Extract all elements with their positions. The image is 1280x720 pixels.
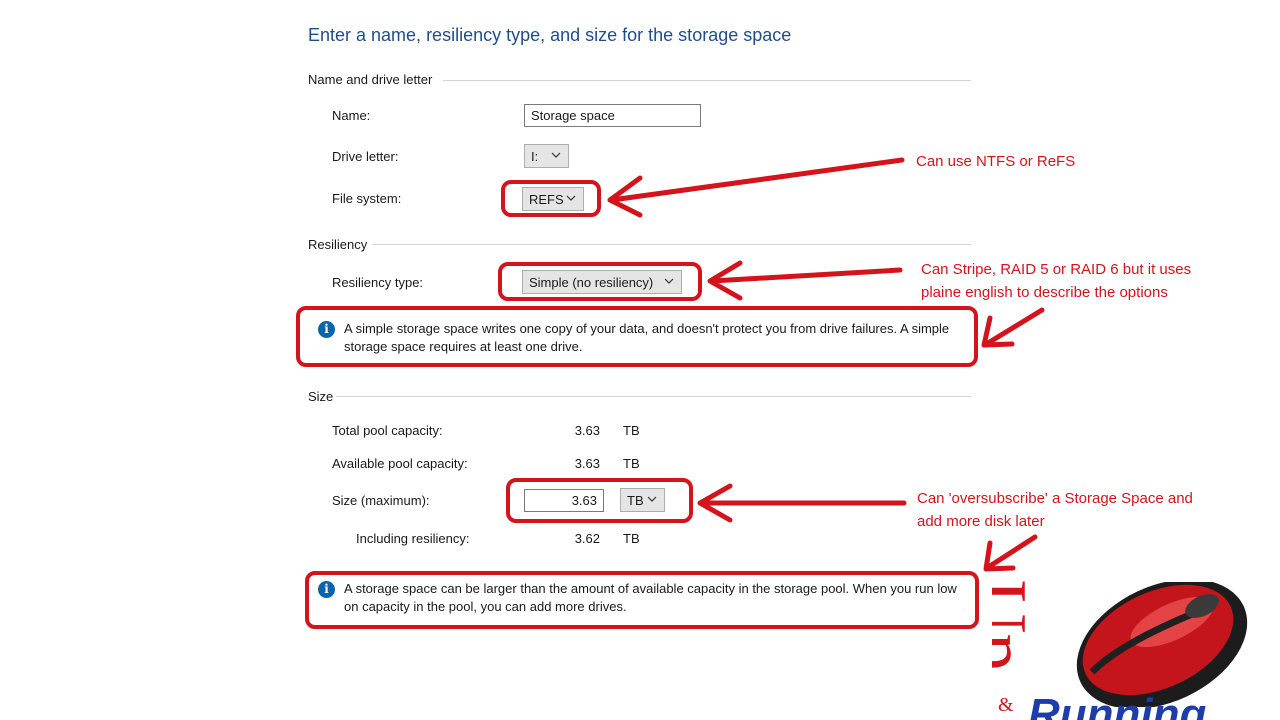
arrow-icon xyxy=(697,483,907,523)
logo-running-text: Running xyxy=(1028,690,1207,720)
arrow-icon xyxy=(707,260,903,301)
arrow-icon xyxy=(983,534,1038,572)
logo-up-text: Up xyxy=(992,580,1041,671)
arrow-icon xyxy=(607,157,905,218)
arrow-icon xyxy=(981,307,1045,348)
logo: Up & Running xyxy=(992,580,1280,720)
logo-amp-text: & xyxy=(998,694,1014,716)
mouse-logo-icon xyxy=(1076,582,1248,707)
